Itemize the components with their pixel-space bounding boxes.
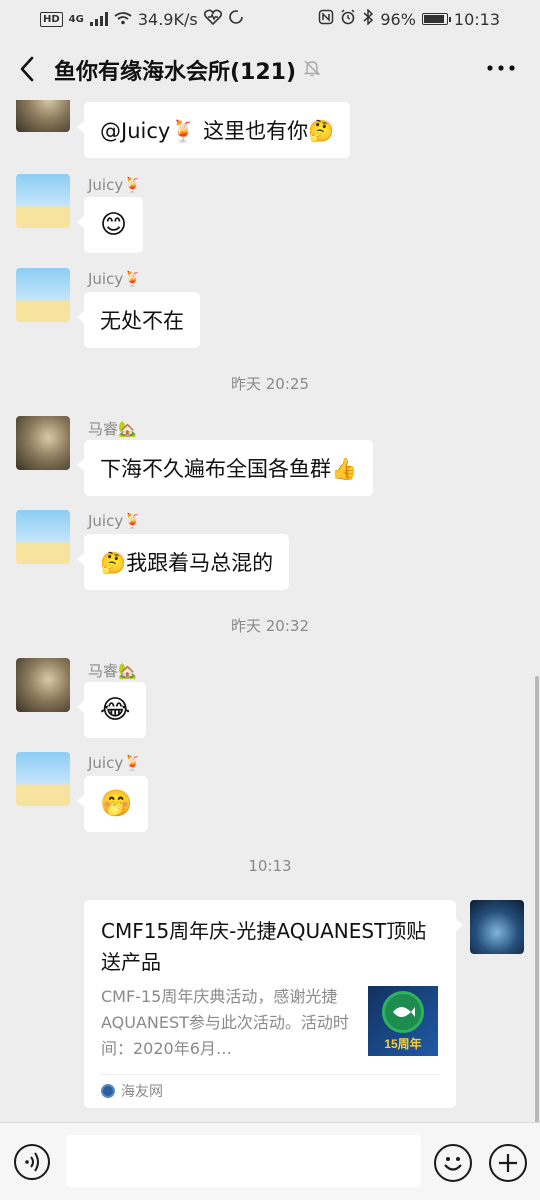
avatar-self[interactable] — [470, 900, 524, 954]
sync-icon — [228, 9, 244, 29]
wifi-icon — [114, 10, 132, 29]
back-button[interactable] — [14, 52, 44, 86]
input-bar — [0, 1122, 540, 1200]
network-speed: 34.9K/s — [137, 9, 198, 29]
message-bubble[interactable]: 🤔我跟着马总混的 — [76, 534, 290, 590]
status-right: 96% 10:13 — [318, 8, 500, 29]
battery-percent: 96% — [380, 9, 416, 29]
message-bubble[interactable]: 😊 — [76, 197, 144, 253]
fish-logo-icon — [382, 990, 424, 1033]
message-bubble[interactable]: 无处不在 — [77, 292, 200, 348]
signal-icon — [89, 12, 108, 26]
emoji-button[interactable] — [434, 1144, 472, 1182]
source-logo-icon — [101, 1084, 115, 1098]
sender-name: 马睿🏡 — [88, 420, 137, 438]
link-card-description: CMF-15周年庆典活动，感谢光捷AQUANEST参与此次活动。活动时间：202… — [101, 987, 349, 1058]
link-card-thumbnail: 15周年 — [368, 986, 438, 1056]
sender-name: 马睿🏡 — [88, 662, 137, 680]
chevron-left-icon — [20, 56, 34, 82]
plus-icon — [499, 1154, 517, 1172]
source-name: 海友网 — [121, 1084, 163, 1100]
message-input[interactable] — [66, 1135, 421, 1187]
link-card-title: CMF15周年庆-光捷AQUANEST顶贴送产品 — [101, 919, 427, 974]
battery-icon — [421, 13, 451, 25]
voice-input-button[interactable] — [14, 1144, 50, 1180]
message-bubble[interactable]: 🤭 — [76, 776, 149, 832]
avatar-juicy[interactable] — [16, 752, 70, 806]
status-bar: HD 4G 34.9K/s 96% 10:13 — [0, 0, 540, 38]
clock: 10:13 — [453, 9, 500, 29]
alarm-icon — [340, 9, 356, 29]
sender-name: Juicy🍹 — [88, 270, 142, 288]
mute-icon — [302, 58, 322, 78]
network-type: 4G — [68, 13, 84, 25]
link-card-source: 海友网 — [101, 1081, 163, 1101]
chat-title[interactable]: 鱼你有缘海水会所(121) — [54, 54, 296, 86]
bluetooth-icon — [362, 8, 374, 29]
sender-name: Juicy🍹 — [88, 176, 142, 194]
avatar-juicy[interactable] — [16, 510, 70, 564]
message-bubble[interactable]: @Juicy🍹 这里也有你🤔 — [76, 102, 351, 158]
avatar-juicy[interactable] — [16, 268, 70, 322]
timestamp: 昨天 20:25 — [231, 375, 309, 393]
thumbnail-label: 15周年 — [384, 1036, 422, 1051]
scrollbar[interactable] — [535, 676, 539, 1126]
more-dots-icon — [487, 65, 515, 71]
avatar-ma-rui[interactable] — [16, 658, 70, 712]
sender-name: Juicy🍹 — [88, 512, 142, 530]
chat-messages[interactable]: @Juicy🍹 这里也有你🤔 Juicy🍹 😊 Juicy🍹 无处不在 昨天 2… — [0, 100, 540, 1122]
more-button[interactable] — [486, 58, 516, 78]
voice-icon — [25, 1152, 39, 1172]
sender-name: Juicy🍹 — [88, 754, 142, 772]
avatar-ma-rui[interactable] — [16, 100, 70, 132]
avatar-ma-rui[interactable] — [16, 416, 70, 470]
timestamp: 昨天 20:32 — [231, 617, 309, 635]
message-bubble[interactable]: 😂 — [76, 682, 147, 738]
link-card[interactable]: CMF15周年庆-光捷AQUANEST顶贴送产品 CMF-15周年庆典活动，感谢… — [84, 900, 463, 1108]
chat-header: 鱼你有缘海水会所(121) — [0, 38, 540, 100]
timestamp: 10:13 — [248, 857, 292, 875]
more-functions-button[interactable] — [489, 1144, 527, 1182]
hd-badge: HD — [40, 11, 63, 27]
divider — [101, 1074, 439, 1075]
smiley-icon — [444, 1157, 462, 1171]
avatar-juicy[interactable] — [16, 174, 70, 228]
nfc-icon — [318, 9, 334, 29]
health-icon — [203, 9, 222, 29]
status-left: HD 4G 34.9K/s — [40, 9, 244, 29]
message-bubble[interactable]: 下海不久遍布全国各鱼群👍 — [76, 440, 374, 496]
